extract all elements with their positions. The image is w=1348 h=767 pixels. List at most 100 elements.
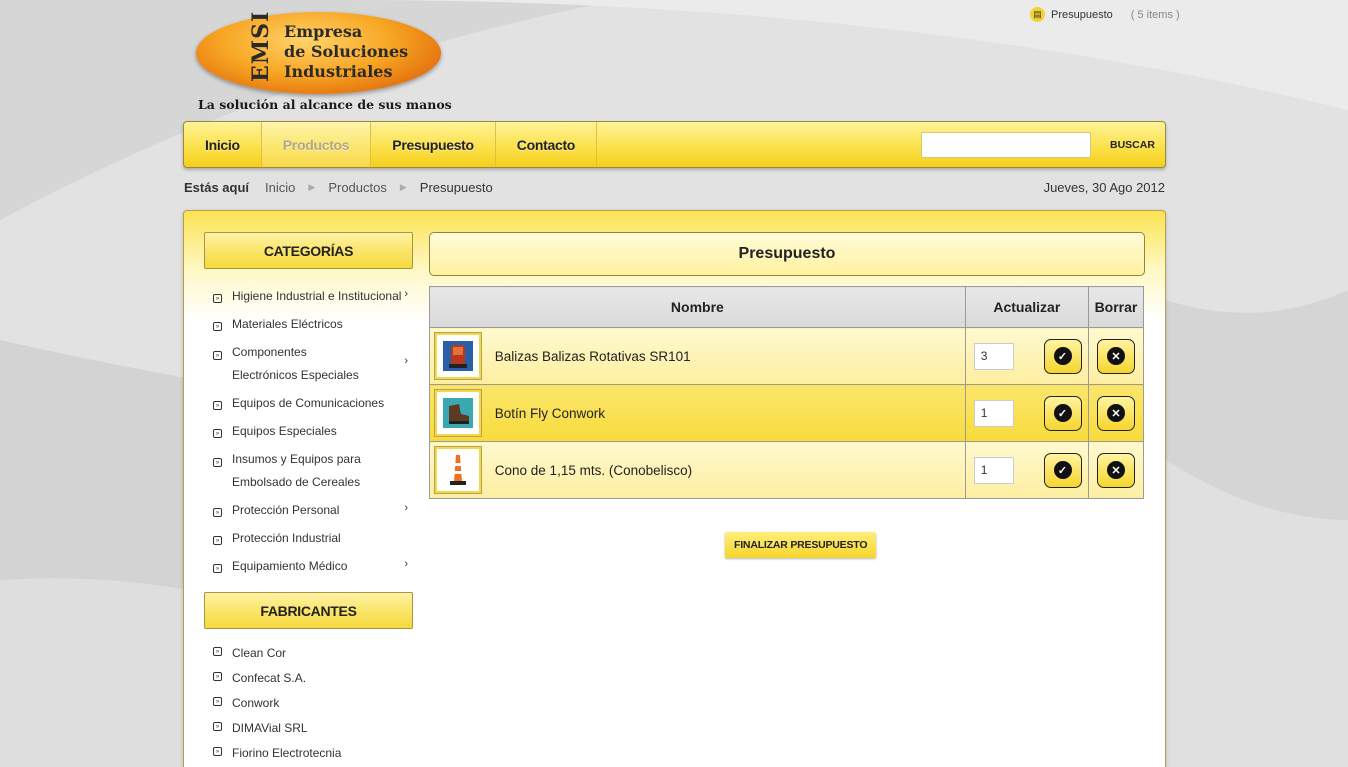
beacon-image xyxy=(443,341,473,371)
breadcrumb-item-current: Presupuesto xyxy=(419,180,493,195)
cart-label[interactable]: Presupuesto xyxy=(1051,9,1113,21)
product-thumbnail[interactable] xyxy=(435,333,481,379)
category-item[interactable]: » Insumos y Equipos para Embolsado de Ce… xyxy=(213,448,413,499)
category-item[interactable]: » Materiales Eléctricos xyxy=(213,313,413,341)
product-thumbnail[interactable] xyxy=(435,390,481,436)
product-cell: Botín Fly Conwork xyxy=(429,384,966,442)
table-header-row: Nombre Actualizar Borrar xyxy=(429,286,1145,328)
quote-table: Nombre Actualizar Borrar Balizas Balizas… xyxy=(429,286,1145,499)
category-item[interactable]: » Equipamiento Médico › xyxy=(213,555,413,583)
table-row: Cono de 1,15 mts. (Conobelisco) 1 ✓ ✕ xyxy=(429,441,1145,499)
bullet-icon: » xyxy=(213,401,222,410)
cart-icon: ▤ xyxy=(1030,7,1045,22)
categories-heading: CATEGORÍAS xyxy=(204,232,413,269)
product-name[interactable]: Balizas Balizas Rotativas SR101 xyxy=(495,349,691,364)
update-button[interactable]: ✓ xyxy=(1043,338,1082,374)
manufacturer-label[interactable]: Confecat S.A. xyxy=(232,668,392,688)
breadcrumb-separator-icon: ▶ xyxy=(308,182,316,192)
update-button[interactable]: ✓ xyxy=(1043,452,1082,488)
update-cell: 1 ✓ xyxy=(964,441,1089,499)
manufacturer-label[interactable]: Fiorino Electrotecnia xyxy=(232,743,392,763)
category-item[interactable]: » Higiene Industrial e Institucional › xyxy=(213,285,413,313)
logo-acronym: EMSI xyxy=(248,10,274,82)
category-item[interactable]: » Equipos Especiales xyxy=(213,420,413,448)
delete-button[interactable]: ✕ xyxy=(1096,338,1135,374)
boot-image xyxy=(443,398,473,428)
column-header-name: Nombre xyxy=(429,286,966,328)
column-header-delete: Borrar xyxy=(1087,286,1145,328)
category-label[interactable]: Insumos y Equipos para Embolsado de Cere… xyxy=(232,448,362,494)
logo-name-line: Empresa xyxy=(284,22,363,41)
product-name[interactable]: Cono de 1,15 mts. (Conobelisco) xyxy=(495,463,692,478)
category-label[interactable]: Higiene Industrial e Institucional xyxy=(232,285,402,308)
category-label[interactable]: Equipos Especiales xyxy=(232,420,392,443)
category-label[interactable]: Equipos de Comunicaciones xyxy=(232,392,392,415)
bullet-icon: » xyxy=(213,351,222,360)
nav-contacto[interactable]: Contacto xyxy=(496,122,598,167)
breadcrumb-item-productos[interactable]: Productos xyxy=(328,180,387,195)
chevron-right-icon[interactable]: › xyxy=(404,288,408,300)
manufacturer-item[interactable]: » Conwork xyxy=(213,693,413,718)
category-label[interactable]: Equipamiento Médico xyxy=(232,555,392,578)
manufacturer-item[interactable]: » Clean Cor xyxy=(213,643,413,668)
search-button[interactable]: BUSCAR xyxy=(1110,139,1155,151)
search-input[interactable] xyxy=(921,132,1091,158)
category-item[interactable]: » Protección Industrial xyxy=(213,527,413,555)
manufacturer-item[interactable]: » Fiorino Electrotecnia xyxy=(213,743,413,767)
category-label[interactable]: Protección Industrial xyxy=(232,527,392,550)
check-icon: ✓ xyxy=(1053,347,1072,365)
company-logo[interactable]: EMSI Empresa de Soluciones Industriales … xyxy=(196,10,452,116)
product-name[interactable]: Botín Fly Conwork xyxy=(495,406,605,421)
quantity-input[interactable]: 1 xyxy=(973,399,1014,427)
logo-name-line: de Soluciones xyxy=(284,42,409,61)
manufacturer-item[interactable]: » Confecat S.A. xyxy=(213,668,413,693)
chevron-right-icon[interactable]: › xyxy=(404,558,408,570)
logo-name-line: Industriales xyxy=(284,62,393,81)
close-icon: ✕ xyxy=(1106,461,1125,479)
category-label[interactable]: Protección Personal xyxy=(232,499,392,522)
bullet-icon: » xyxy=(213,697,222,706)
delete-cell: ✕ xyxy=(1087,384,1145,442)
nav-presupuesto[interactable]: Presupuesto xyxy=(371,122,496,167)
quantity-input[interactable]: 1 xyxy=(973,456,1014,484)
breadcrumb-separator-icon: ▶ xyxy=(399,182,407,192)
product-thumbnail[interactable] xyxy=(435,447,481,493)
delete-button[interactable]: ✕ xyxy=(1096,395,1135,431)
delete-cell: ✕ xyxy=(1087,327,1145,385)
manufacturer-item[interactable]: » DIMAVial SRL xyxy=(213,718,413,743)
breadcrumb-item-inicio[interactable]: Inicio xyxy=(265,180,295,195)
update-button[interactable]: ✓ xyxy=(1043,395,1082,431)
category-item[interactable]: » Componentes Electrónicos Especiales › xyxy=(213,341,413,392)
bullet-icon: » xyxy=(213,429,222,438)
category-label[interactable]: Componentes Electrónicos Especiales xyxy=(232,341,372,387)
cart-count: ( 5 items ) xyxy=(1130,8,1180,21)
category-item[interactable]: » Protección Personal › xyxy=(213,499,413,527)
category-item[interactable]: » Equipos de Comunicaciones xyxy=(213,392,413,420)
bullet-icon: » xyxy=(213,458,222,467)
breadcrumb-prefix: Estás aquí xyxy=(184,180,250,195)
cone-image xyxy=(441,453,475,487)
delete-cell: ✕ xyxy=(1087,441,1145,499)
chevron-right-icon[interactable]: › xyxy=(404,502,408,514)
manufacturer-label[interactable]: Clean Cor xyxy=(232,643,392,663)
table-row: Botín Fly Conwork 1 ✓ ✕ xyxy=(429,384,1145,442)
delete-button[interactable]: ✕ xyxy=(1096,452,1135,488)
cart-summary[interactable]: ▤ Presupuesto ( 5 items ) xyxy=(1030,7,1180,22)
nav-productos[interactable]: Productos xyxy=(261,122,372,167)
chevron-right-icon[interactable]: › xyxy=(404,355,408,367)
bullet-icon: » xyxy=(213,294,222,303)
quantity-input[interactable]: 3 xyxy=(973,342,1014,370)
logo-name: Empresa de Soluciones Industriales xyxy=(284,22,434,82)
table-row: Balizas Balizas Rotativas SR101 3 ✓ ✕ xyxy=(429,327,1145,385)
manufacturer-label[interactable]: Conwork xyxy=(232,693,392,713)
category-label[interactable]: Materiales Eléctricos xyxy=(232,313,392,336)
manufacturers-heading: FABRICANTES xyxy=(204,592,413,629)
finalize-quote-button[interactable]: FINALIZAR PRESUPUESTO xyxy=(725,532,877,558)
manufacturers-list: » Clean Cor » Confecat S.A. » Conwork » … xyxy=(213,643,413,767)
nav-inicio[interactable]: Inicio xyxy=(184,122,262,167)
manufacturer-label[interactable]: DIMAVial SRL xyxy=(232,718,392,738)
product-cell: Balizas Balizas Rotativas SR101 xyxy=(429,327,966,385)
bullet-icon: » xyxy=(213,536,222,545)
bullet-icon: » xyxy=(213,508,222,517)
column-header-update: Actualizar xyxy=(964,286,1089,328)
